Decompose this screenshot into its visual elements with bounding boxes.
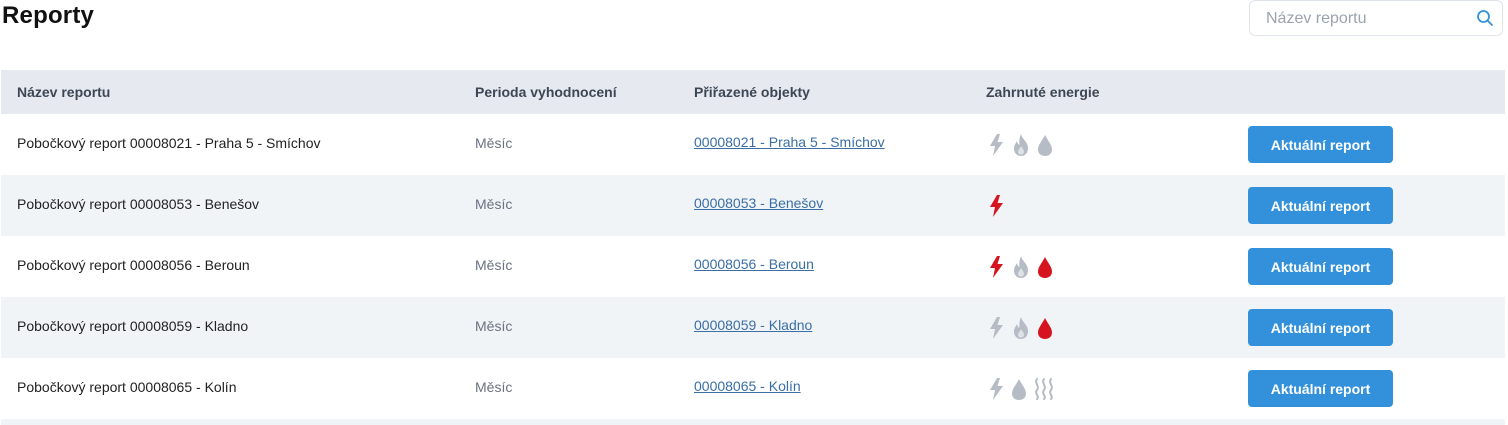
table-header: Název reportu Perioda vyhodnocení Přiřaz…	[1, 70, 1505, 114]
report-name: Pobočkový report 00008056 - Beroun	[17, 257, 250, 273]
report-name: Pobočkový report 00008053 - Benešov	[17, 196, 260, 212]
search-input[interactable]	[1264, 1, 1468, 37]
column-header-name: Název reportu	[17, 84, 111, 100]
report-period: Měsíc	[475, 135, 513, 151]
current-report-button[interactable]: Aktuální report	[1248, 309, 1393, 346]
table-next-row-edge	[1, 419, 1505, 425]
page-title: Reporty	[2, 2, 95, 29]
heat-waves-icon	[1033, 377, 1055, 401]
electricity-icon	[988, 316, 1005, 340]
report-name: Pobočkový report 00008059 - Kladno	[17, 318, 249, 334]
table-row: Pobočkový report 00008056 - Beroun Měsíc 0…	[1, 236, 1505, 297]
table-row: Pobočkový report 00008059 - Kladno Měsíc 0…	[1, 297, 1505, 358]
water-drop-icon	[1011, 377, 1027, 401]
column-header-objects: Přiřazené objekty	[694, 84, 810, 100]
search-box[interactable]	[1249, 0, 1503, 37]
included-energies	[988, 194, 1005, 218]
included-energies	[988, 255, 1053, 279]
assigned-object-link[interactable]: 00008065 - Kolín	[694, 378, 801, 394]
current-report-button[interactable]: Aktuální report	[1248, 187, 1393, 224]
table-row: Pobočkový report 00008065 - Kolín Měsíc 00…	[1, 358, 1505, 419]
current-report-button[interactable]: Aktuální report	[1248, 370, 1393, 407]
report-period: Měsíc	[475, 196, 513, 212]
reports-table: Název reportu Perioda vyhodnocení Přiřaz…	[1, 70, 1505, 419]
report-period: Měsíc	[475, 379, 513, 395]
report-name: Pobočkový report 00008021 - Praha 5 - Sm…	[17, 135, 321, 151]
included-energies	[988, 133, 1053, 157]
assigned-object-link[interactable]: 00008021 - Praha 5 - Smíchov	[694, 134, 885, 150]
report-name: Pobočkový report 00008065 - Kolín	[17, 379, 237, 395]
gas-flame-icon	[1011, 133, 1031, 157]
assigned-object-link[interactable]: 00008056 - Beroun	[694, 256, 814, 272]
water-drop-icon	[1037, 255, 1053, 279]
water-drop-icon	[1037, 133, 1053, 157]
table-row: Pobočkový report 00008053 - Benešov Měsíc…	[1, 175, 1505, 236]
assigned-object-link[interactable]: 00008053 - Benešov	[694, 195, 823, 211]
gas-flame-icon	[1011, 255, 1031, 279]
water-drop-icon	[1037, 316, 1053, 340]
included-energies	[988, 316, 1053, 340]
search-icon[interactable]	[1476, 9, 1494, 27]
report-period: Měsíc	[475, 318, 513, 334]
assigned-object-link[interactable]: 00008059 - Kladno	[694, 317, 812, 333]
table-row: Pobočkový report 00008021 - Praha 5 - Sm…	[1, 114, 1505, 175]
electricity-icon	[988, 377, 1005, 401]
column-header-energies: Zahrnuté energie	[986, 84, 1100, 100]
table-body: Pobočkový report 00008021 - Praha 5 - Sm…	[1, 114, 1505, 419]
included-energies	[988, 377, 1055, 401]
column-header-period: Perioda vyhodnocení	[475, 84, 617, 100]
gas-flame-icon	[1011, 316, 1031, 340]
electricity-icon	[988, 255, 1005, 279]
current-report-button[interactable]: Aktuální report	[1248, 126, 1393, 163]
electricity-icon	[988, 133, 1005, 157]
current-report-button[interactable]: Aktuální report	[1248, 248, 1393, 285]
electricity-icon	[988, 194, 1005, 218]
report-period: Měsíc	[475, 257, 513, 273]
